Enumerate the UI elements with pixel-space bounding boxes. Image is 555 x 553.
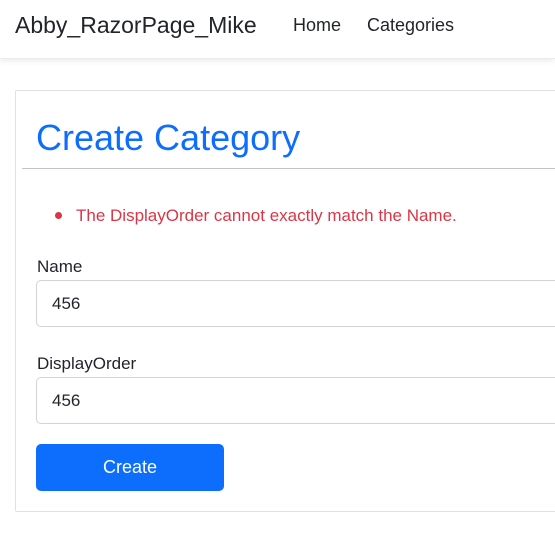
name-label: Name bbox=[37, 257, 83, 276]
display-order-label: DisplayOrder bbox=[37, 354, 137, 373]
page-title: Create Category bbox=[36, 117, 301, 158]
title-divider bbox=[22, 168, 555, 169]
bullet-icon bbox=[55, 212, 62, 219]
nav-link-categories[interactable]: Categories bbox=[367, 14, 454, 36]
validation-error-text: The DisplayOrder cannot exactly match th… bbox=[76, 206, 457, 225]
display-order-input[interactable] bbox=[36, 377, 555, 424]
create-button[interactable]: Create bbox=[36, 444, 224, 491]
brand-link[interactable]: Abby_RazorPage_Mike bbox=[15, 11, 257, 39]
nav-link-home[interactable]: Home bbox=[293, 14, 341, 36]
name-input[interactable] bbox=[36, 280, 555, 327]
top-navbar: Abby_RazorPage_Mike Home Categories bbox=[0, 0, 555, 59]
